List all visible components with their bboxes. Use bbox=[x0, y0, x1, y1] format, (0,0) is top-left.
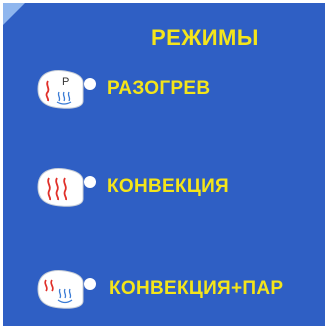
modes-panel: РЕЖИМЫ P РАЗОГРЕВ КОНВЕКЦИЯ КОНВЕКЦИЯ+ПА… bbox=[3, 3, 325, 326]
mode-preheat-label: РАЗОГРЕВ bbox=[107, 78, 211, 99]
corner-accent bbox=[3, 3, 25, 25]
convection-steam-icon bbox=[37, 270, 96, 309]
mode-convection[interactable]: КОНВЕКЦИЯ bbox=[33, 165, 229, 209]
mode-convection-label: КОНВЕКЦИЯ bbox=[107, 176, 229, 197]
mode-preheat[interactable]: P РАЗОГРЕВ bbox=[33, 67, 210, 111]
preheat-icon: P bbox=[37, 70, 96, 109]
svg-text:P: P bbox=[62, 76, 69, 88]
mode-convection-steam-label: КОНВЕКЦИЯ+ПАР bbox=[109, 278, 284, 299]
panel-title: РЕЖИМЫ bbox=[151, 25, 259, 50]
convection-icon bbox=[37, 168, 96, 207]
mode-convection-steam[interactable]: КОНВЕКЦИЯ+ПАР bbox=[33, 267, 283, 311]
